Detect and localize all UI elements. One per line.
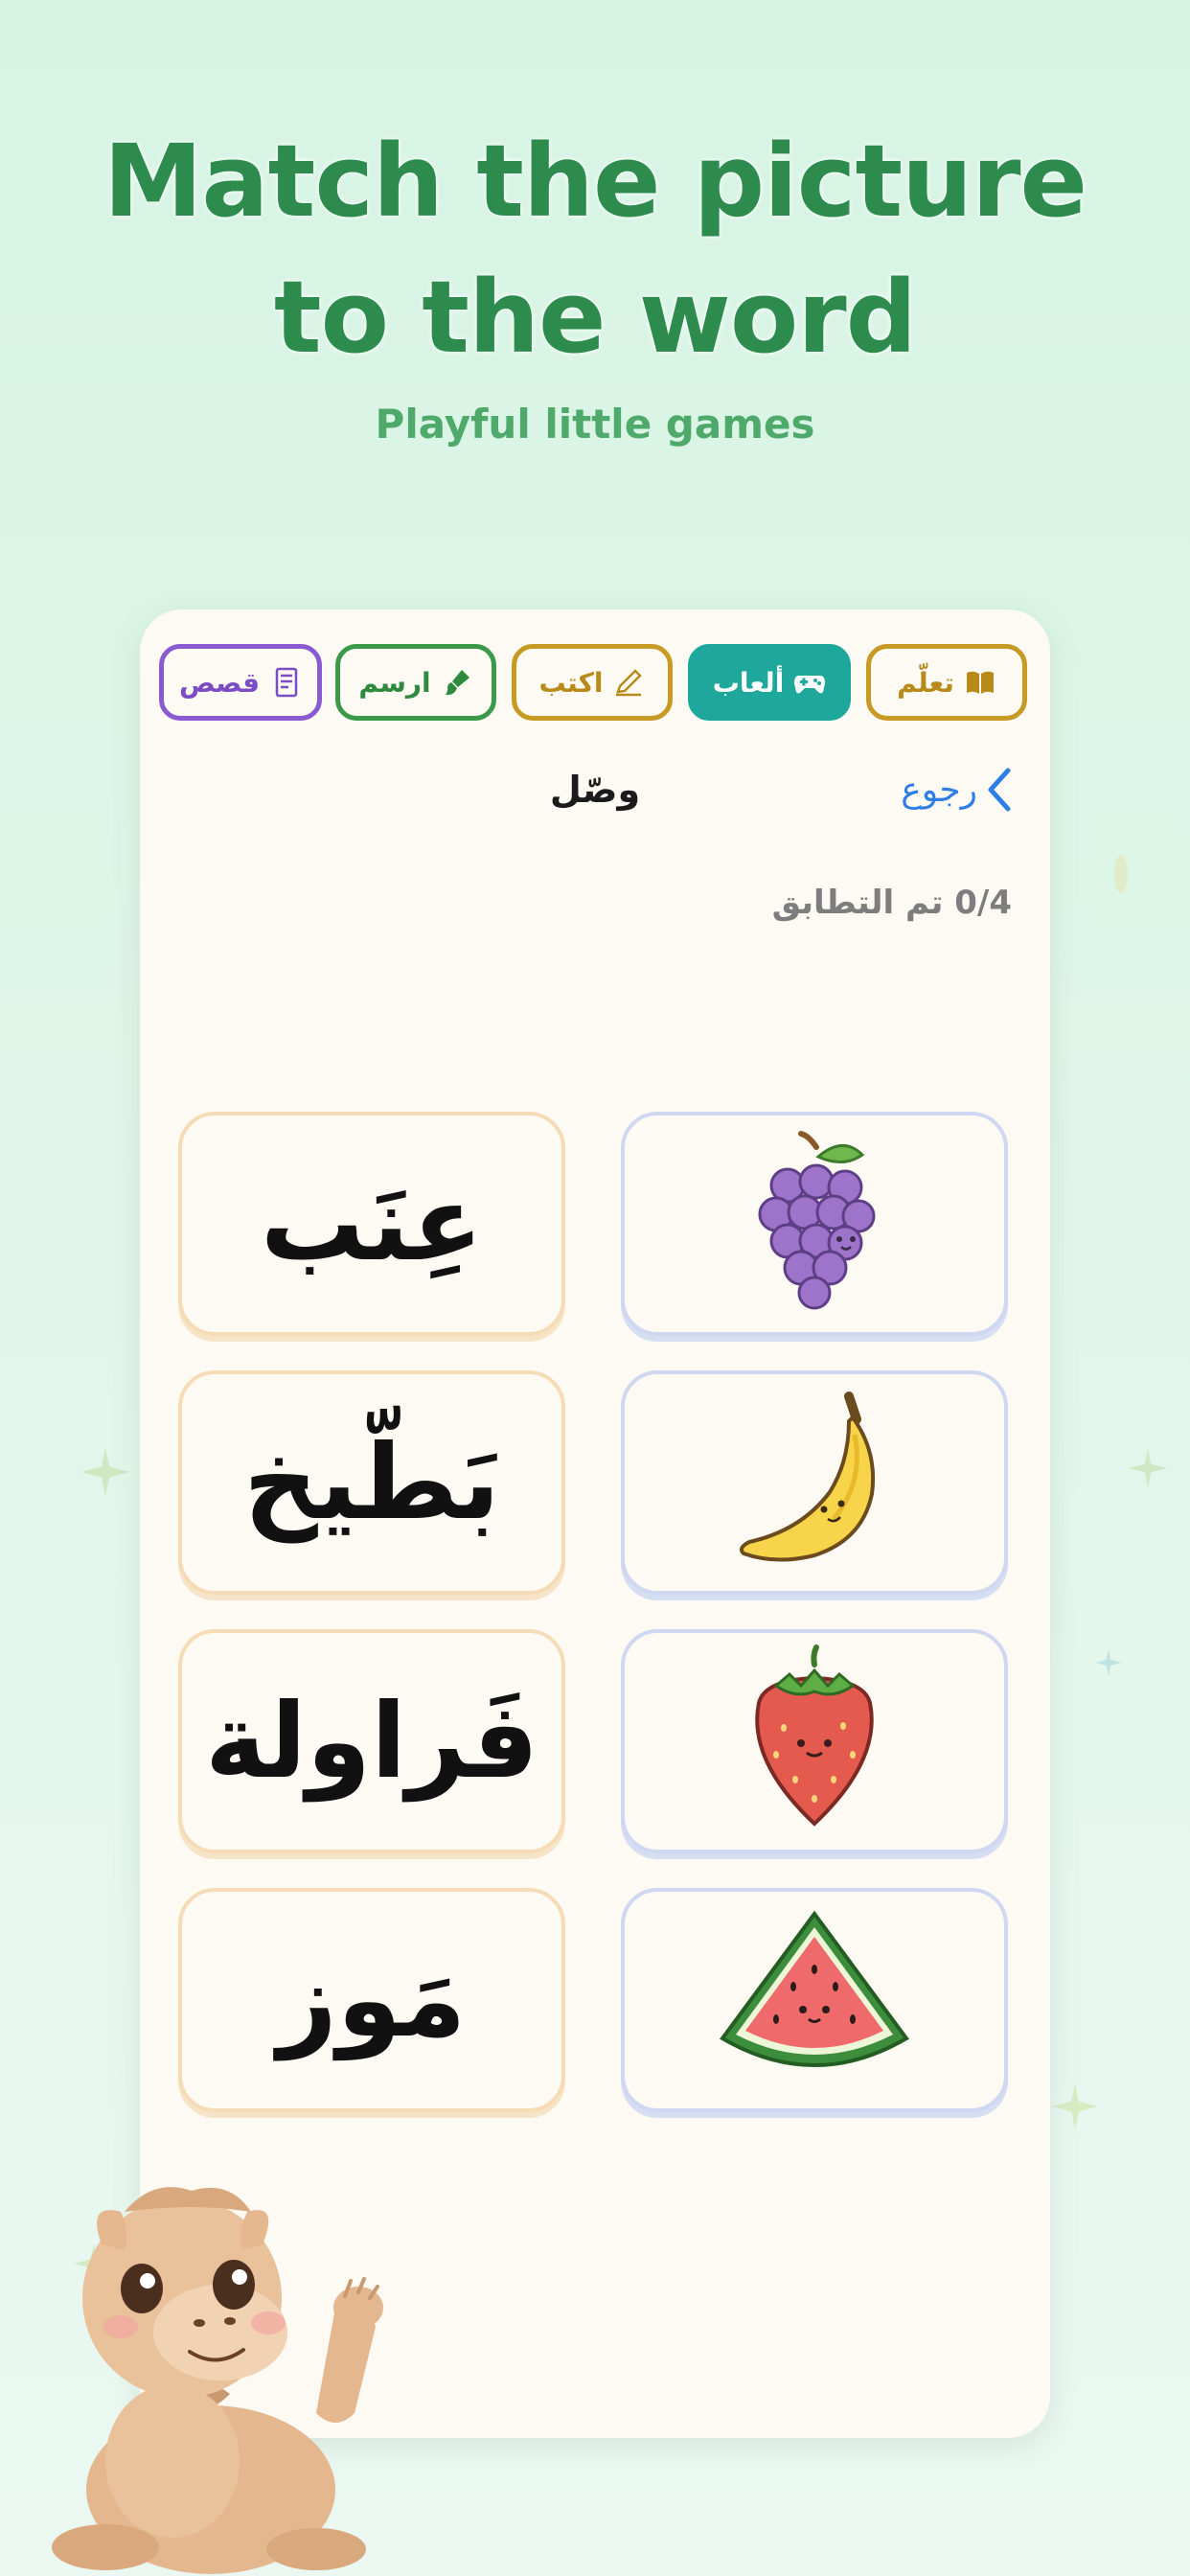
picture-card[interactable] — [621, 1629, 1008, 1853]
picture-card[interactable] — [621, 1370, 1008, 1595]
tab-bar: تعلّم ألعاب اكتب ارسم قصص — [159, 644, 1035, 726]
sparkle-decoration — [1052, 2083, 1098, 2129]
sparkle-decoration — [1129, 1449, 1167, 1487]
word-text: بَطّيخ — [243, 1422, 500, 1543]
headline-line-2: to the word — [273, 259, 917, 376]
screen-title: وصّل — [549, 769, 641, 811]
sparkle-decoration — [1095, 1649, 1122, 1676]
word-text: مَوز — [277, 1940, 467, 2060]
tab-draw[interactable]: ارسم — [335, 644, 496, 721]
paintbrush-icon — [445, 670, 469, 696]
word-card[interactable]: مَوز — [178, 1888, 565, 2112]
word-text: عِنَب — [260, 1163, 484, 1284]
tab-label: تعلّم — [897, 666, 954, 699]
tab-games[interactable]: ألعاب — [688, 644, 851, 721]
camel-mascot — [52, 2187, 383, 2574]
word-text: فَراولة — [204, 1681, 539, 1802]
sparkle-decoration — [80, 1447, 130, 1497]
tab-label: قصص — [178, 666, 261, 699]
strawberry-image — [755, 1644, 874, 1827]
headline-line-1: Match the picture — [103, 123, 1087, 240]
picture-card[interactable] — [621, 1112, 1008, 1336]
picture-card[interactable] — [621, 1888, 1008, 2112]
tab-write[interactable]: اكتب — [512, 644, 673, 721]
match-progress: 0/4 تم التطابق — [771, 884, 1012, 922]
pencil-icon — [616, 669, 643, 697]
app-screen: تعلّم ألعاب اكتب ارسم قصص رجوع وصّل 0/4 … — [140, 610, 1050, 2438]
watermelon-image — [720, 1910, 909, 2067]
promo-subhead: Playful little games — [375, 401, 815, 448]
word-card[interactable]: عِنَب — [178, 1112, 565, 1336]
word-card[interactable]: بَطّيخ — [178, 1370, 565, 1595]
promo-headline: Match the picture to the word — [0, 113, 1190, 385]
gamepad-icon — [794, 676, 826, 694]
book-icon — [966, 671, 994, 694]
tab-label: ارسم — [358, 666, 431, 699]
word-card[interactable]: فَراولة — [178, 1629, 565, 1853]
tab-label: ألعاب — [712, 666, 785, 699]
leaf-decoration — [1114, 855, 1128, 893]
storybook-icon — [275, 667, 298, 698]
banana-image — [740, 1392, 876, 1562]
tab-stories[interactable]: قصص — [159, 644, 322, 721]
tab-learn[interactable]: تعلّم — [866, 644, 1027, 721]
grapes-image — [758, 1131, 876, 1310]
tab-label: اكتب — [538, 666, 604, 699]
